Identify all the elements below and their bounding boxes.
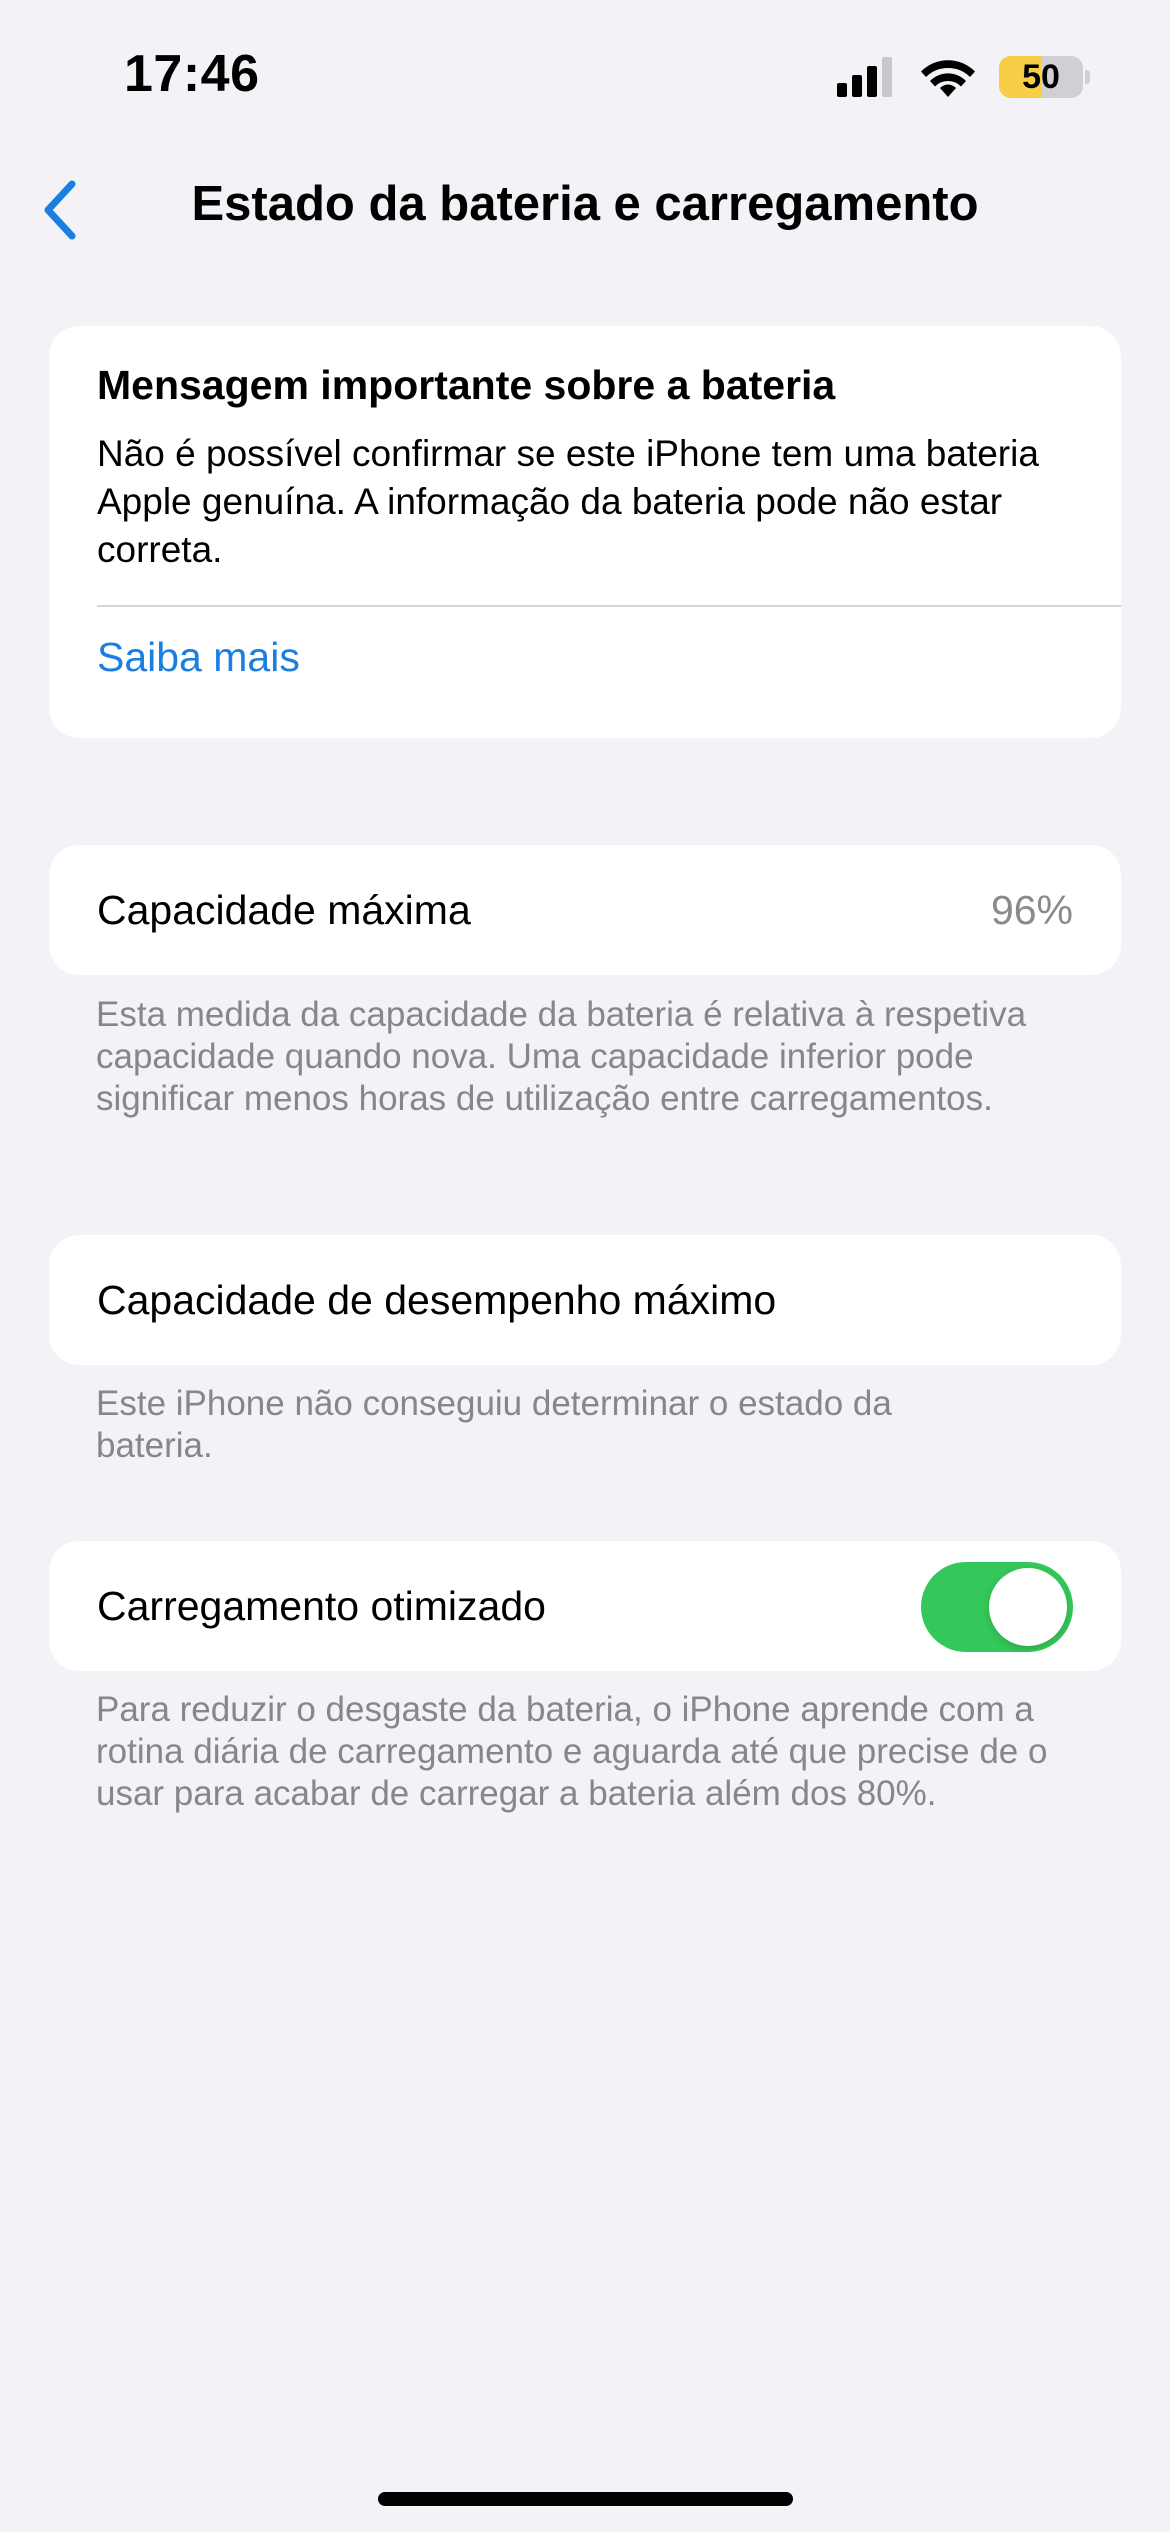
maximum-capacity-value: 96% — [990, 886, 1073, 933]
learn-more-link[interactable]: Saiba mais — [97, 634, 300, 681]
message-body: Não é possível confirmar se este iPhone … — [97, 433, 1039, 570]
status-bar: 17:46 50 — [0, 0, 1170, 150]
status-time: 17:46 — [124, 45, 260, 103]
battery-level: 50 — [1022, 57, 1060, 96]
status-icons: 50 — [837, 56, 1090, 98]
battery-message-card: Mensagem importante sobre a bateria Não … — [49, 326, 1121, 738]
battery-icon: 50 — [999, 56, 1083, 98]
maximum-capacity-note: Esta medida da capacidade da bateria é r… — [96, 995, 1027, 1118]
signal-icon — [837, 57, 892, 97]
page-title: Estado da bateria e carregamento — [191, 177, 979, 231]
peak-performance-note: Este iPhone não conseguiu determinar o e… — [96, 1384, 892, 1465]
battery-cap — [1085, 70, 1090, 84]
navigation-bar: Estado da bateria e carregamento — [0, 150, 1170, 265]
optimized-charging-toggle[interactable] — [921, 1562, 1073, 1652]
optimized-charging-note: Para reduzir o desgaste da bateria, o iP… — [96, 1690, 1048, 1813]
divider — [97, 605, 1121, 607]
optimized-charging-row: Carregamento otimizado — [49, 1541, 1121, 1671]
maximum-capacity-row: Capacidade máxima 96% — [49, 845, 1121, 975]
optimized-charging-label: Carregamento otimizado — [97, 1582, 546, 1629]
peak-performance-label: Capacidade de desempenho máximo — [97, 1276, 777, 1323]
wifi-icon — [921, 60, 975, 97]
home-indicator[interactable] — [378, 2492, 793, 2506]
maximum-capacity-label: Capacidade máxima — [97, 886, 471, 933]
toggle-knob — [989, 1568, 1067, 1646]
peak-performance-row: Capacidade de desempenho máximo — [49, 1235, 1121, 1365]
message-title: Mensagem importante sobre a bateria — [97, 362, 836, 408]
